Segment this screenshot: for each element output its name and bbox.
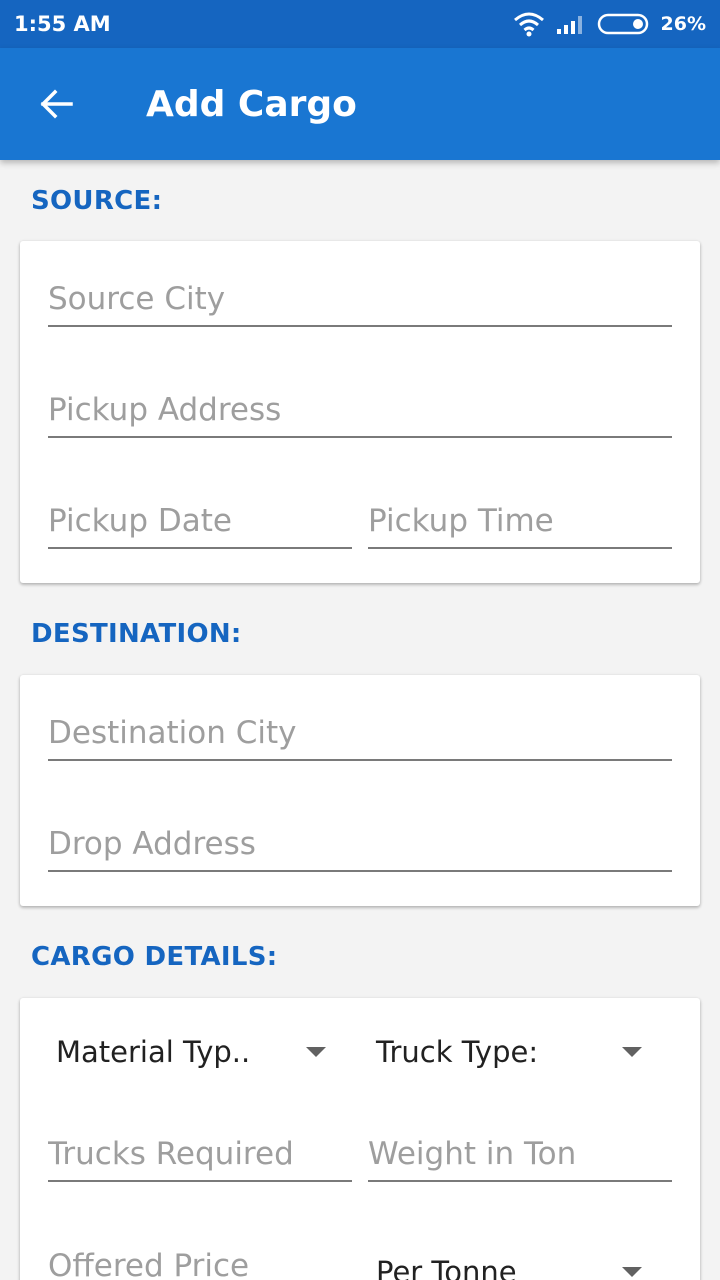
pickup-address-field[interactable] bbox=[48, 382, 672, 438]
weight-field[interactable] bbox=[368, 1126, 672, 1182]
page-title: Add Cargo bbox=[146, 83, 357, 125]
offered-price-input[interactable] bbox=[48, 1248, 352, 1280]
wifi-icon bbox=[513, 12, 544, 37]
source-header: SOURCE: bbox=[31, 186, 163, 216]
drop-address-field[interactable] bbox=[48, 816, 672, 872]
truck-type-label: Truck Type: bbox=[376, 1035, 539, 1069]
trucks-required-field[interactable] bbox=[48, 1126, 352, 1182]
pickup-time-input[interactable] bbox=[368, 503, 672, 539]
app-bar: Add Cargo bbox=[0, 48, 720, 160]
price-unit-spinner[interactable]: Per Tonne bbox=[376, 1242, 642, 1280]
destination-city-input[interactable] bbox=[48, 715, 672, 751]
dropdown-arrow-icon bbox=[622, 1047, 642, 1057]
destination-city-field[interactable] bbox=[48, 705, 672, 761]
offered-price-field[interactable] bbox=[48, 1238, 352, 1280]
pickup-date-input[interactable] bbox=[48, 503, 352, 539]
pickup-address-input[interactable] bbox=[48, 392, 672, 428]
back-arrow-icon bbox=[40, 89, 73, 119]
pickup-date-field[interactable] bbox=[48, 493, 352, 549]
cargo-details-header: CARGO DETAILS: bbox=[31, 942, 278, 972]
battery-icon bbox=[597, 13, 648, 35]
drop-address-input[interactable] bbox=[48, 826, 672, 862]
status-bar: 1:55 AM 26% bbox=[0, 0, 720, 48]
back-button[interactable] bbox=[0, 48, 112, 160]
status-time: 1:55 AM bbox=[14, 12, 111, 36]
pickup-time-field[interactable] bbox=[368, 493, 672, 549]
material-type-label: Material Typ.. bbox=[56, 1035, 251, 1069]
trucks-required-input[interactable] bbox=[48, 1136, 352, 1172]
destination-header: DESTINATION: bbox=[31, 619, 242, 649]
status-icons: 26% bbox=[513, 11, 706, 37]
source-card bbox=[20, 241, 700, 583]
weight-input[interactable] bbox=[368, 1136, 672, 1172]
cargo-details-card: Material Typ.. Truck Type: Per Tonne bbox=[20, 998, 700, 1280]
dropdown-arrow-icon bbox=[622, 1267, 642, 1277]
source-city-input[interactable] bbox=[48, 281, 672, 317]
dropdown-arrow-icon bbox=[306, 1047, 326, 1057]
material-type-spinner[interactable]: Material Typ.. bbox=[56, 1022, 326, 1082]
form-content[interactable]: SOURCE: DESTINATION: CARGO DETAILS: Mate… bbox=[0, 160, 720, 1280]
source-city-field[interactable] bbox=[48, 271, 672, 327]
signal-icon bbox=[556, 16, 582, 34]
price-unit-label: Per Tonne bbox=[376, 1255, 517, 1280]
destination-card bbox=[20, 675, 700, 906]
battery-percent: 26% bbox=[660, 13, 706, 35]
truck-type-spinner[interactable]: Truck Type: bbox=[376, 1022, 642, 1082]
